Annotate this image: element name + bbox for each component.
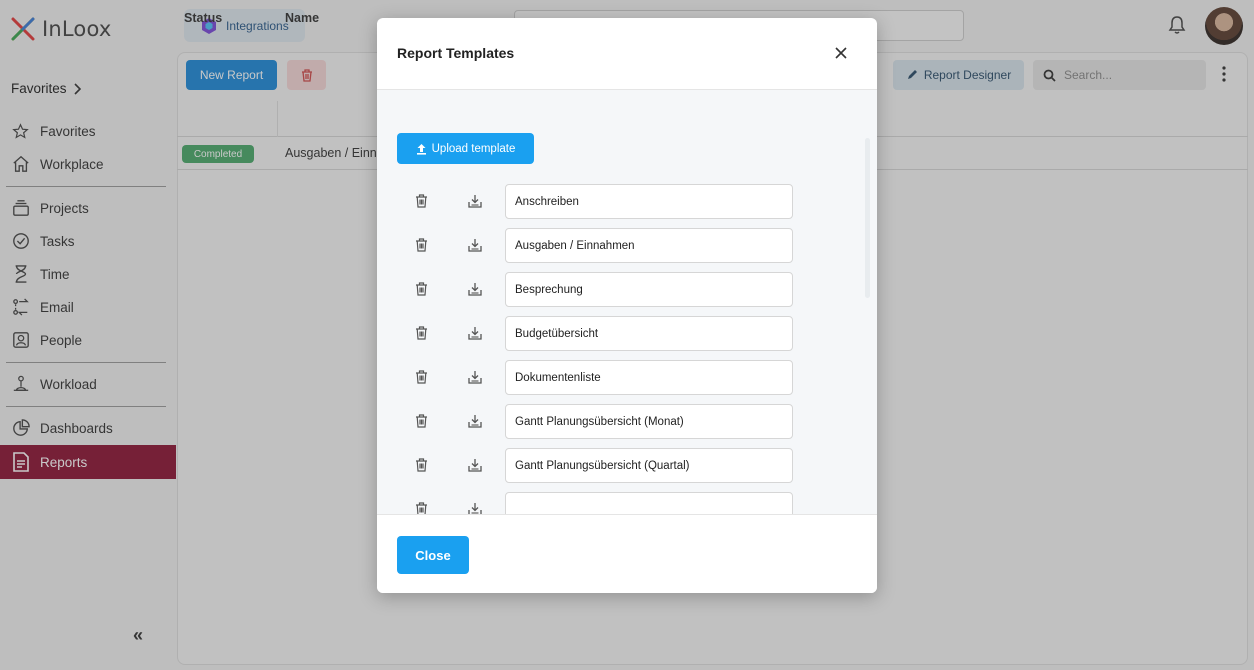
download-icon[interactable] [468,194,482,208]
template-name-input[interactable] [505,404,793,439]
dialog-header: Report Templates [377,18,877,90]
download-icon[interactable] [468,458,482,472]
trash-icon[interactable] [415,326,428,340]
template-row [377,228,877,264]
trash-icon[interactable] [415,194,428,208]
template-row [377,272,877,308]
upload-template-label: Upload template [431,142,516,155]
template-row [377,404,877,440]
trash-icon[interactable] [415,414,428,428]
template-name-input[interactable] [505,228,793,263]
template-row [377,316,877,352]
template-name-input[interactable] [505,316,793,351]
download-icon[interactable] [468,370,482,384]
close-icon[interactable] [835,47,847,59]
report-templates-dialog: Report Templates Upload template Anschre… [377,18,877,593]
download-icon[interactable] [468,502,482,514]
template-row [377,492,877,514]
template-row [377,360,877,396]
trash-icon[interactable] [415,502,428,514]
download-icon[interactable] [468,414,482,428]
template-name-input[interactable] [505,448,793,483]
template-row [377,448,877,484]
download-icon[interactable] [468,238,482,252]
upload-template-button[interactable]: Upload template [397,133,534,164]
dialog-title: Report Templates [397,45,515,61]
trash-icon[interactable] [415,282,428,296]
upload-icon [416,143,426,155]
template-name-input[interactable] [505,184,793,219]
close-button[interactable]: Close [397,536,469,574]
template-row [377,184,877,220]
download-icon[interactable] [468,282,482,296]
trash-icon[interactable] [415,458,428,472]
download-icon[interactable] [468,326,482,340]
trash-icon[interactable] [415,238,428,252]
trash-icon[interactable] [415,370,428,384]
template-name-input[interactable] [505,360,793,395]
template-name-input[interactable] [505,492,793,514]
template-name-input[interactable] [505,272,793,307]
dialog-body: Upload template [377,90,877,514]
dialog-footer: Close [377,514,877,593]
